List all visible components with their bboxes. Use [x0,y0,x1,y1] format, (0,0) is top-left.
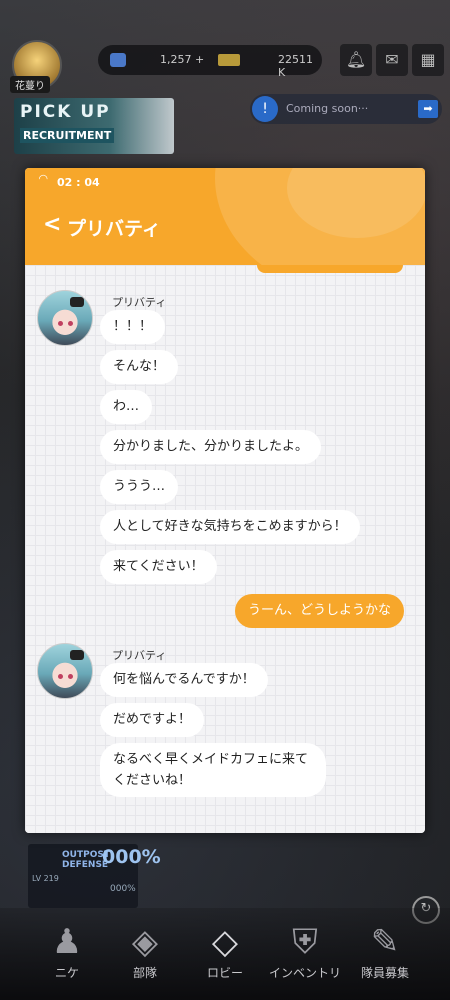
notice-bar[interactable]: ! Coming soon··· ➡ [250,94,442,124]
nav-label: 隊員募集 [360,966,409,980]
info-icon: ! [252,96,278,122]
time-text: 02 : 04 [57,176,100,189]
grid-icon[interactable]: ▦ [412,44,444,76]
my-message-bubble: うーん、どうしようかな [234,594,404,628]
credit-icon [218,54,240,66]
outpost-defense[interactable]: OUTPOST DEFENSE 000% LV 219 000% [28,844,161,908]
chat-messages[interactable]: プリバティ ！！！ そんな！ わ… 分かりました、分かりましたよ。 ううう… 人… [25,265,425,833]
inventory-icon: ⛨ [292,922,318,962]
player-name: 花蔓り [10,76,50,93]
sender-name: プリバティ [112,649,167,662]
contact-avatar[interactable] [37,643,93,699]
notice-text: Coming soon··· [286,102,369,115]
nav-recruit[interactable]: ✎ 隊員募集 [340,920,430,981]
sender-name: プリバティ [112,296,167,309]
message-bubble: ううう… [100,470,179,504]
currency-gems[interactable]: 1,257 + [160,53,204,66]
outpost-percent: 000% [102,846,161,868]
message-bubble: わ… [100,390,153,424]
message-bubble: 何を悩んでるんですか！ [100,663,268,697]
message-bubble: 人として好きな気持ちをこめますから！ [100,510,360,544]
wifi-icon: ◠ [39,172,48,185]
nav-inventory[interactable]: ⛨ インベントリ [260,920,350,981]
squad-icon: ◈ [131,922,159,962]
currency-credits: 22511 K [278,53,313,79]
lobby-icon: ◇ [211,922,239,962]
message-bubble: ！！！ [100,310,166,344]
pickup-banner[interactable]: PICK UP RECRUITMENT [14,98,174,154]
message-bubble: 来てください！ [100,550,217,584]
chat-window: ◠ 02 : 04 < プリバティ プリバティ ！！！ そんな！ わ… 分かりま… [25,168,425,833]
nav-label: インベントリ [268,966,341,980]
outpost-percent-small: 000% [110,884,136,894]
contact-avatar[interactable] [37,290,93,346]
nikke-icon: ♟ [51,922,83,962]
currency-bar: 1,257 + 22511 K [98,45,322,79]
top-icons: 🔔︎ ✉ ▦ [340,44,444,76]
chat-header: ◠ 02 : 04 < プリバティ [25,168,425,265]
recruit-icon: ✎ [370,922,400,962]
message-bubble: なるべく早くメイドカフェに来てくださいね！ [100,743,326,797]
nav-label: ロビー [206,966,243,980]
previous-message-tail [257,265,403,273]
bell-icon[interactable]: 🔔︎ [340,44,372,76]
nav-label: 部隊 [132,966,157,980]
chat-title: プリバティ [67,218,161,240]
arrow-right-icon[interactable]: ➡ [418,100,438,118]
nav-nikke[interactable]: ♟ ニケ [22,920,112,981]
message-bubble: 分かりました、分かりましたよ。 [100,430,322,464]
nav-squad[interactable]: ◈ 部隊 [100,920,190,981]
message-bubble: だめですよ！ [100,703,205,737]
gem-icon [110,53,126,67]
top-bar: 花蔓り 1,257 + 22511 K 🔔︎ ✉ ▦ [0,40,450,93]
nav-label: ニケ [54,966,79,980]
mail-icon[interactable]: ✉ [376,44,408,76]
nav-lobby[interactable]: ◇ ロビー [180,920,270,981]
banner-title: PICK UP [20,102,111,122]
outpost-level: LV 219 [32,874,59,883]
bottom-nav: ♟ ニケ ◈ 部隊 ◇ ロビー ⛨ インベントリ ✎ 隊員募集 [0,908,450,1000]
banner-subtitle: RECRUITMENT [20,128,115,143]
message-bubble: そんな！ [100,350,179,384]
back-button[interactable]: < [43,212,61,237]
